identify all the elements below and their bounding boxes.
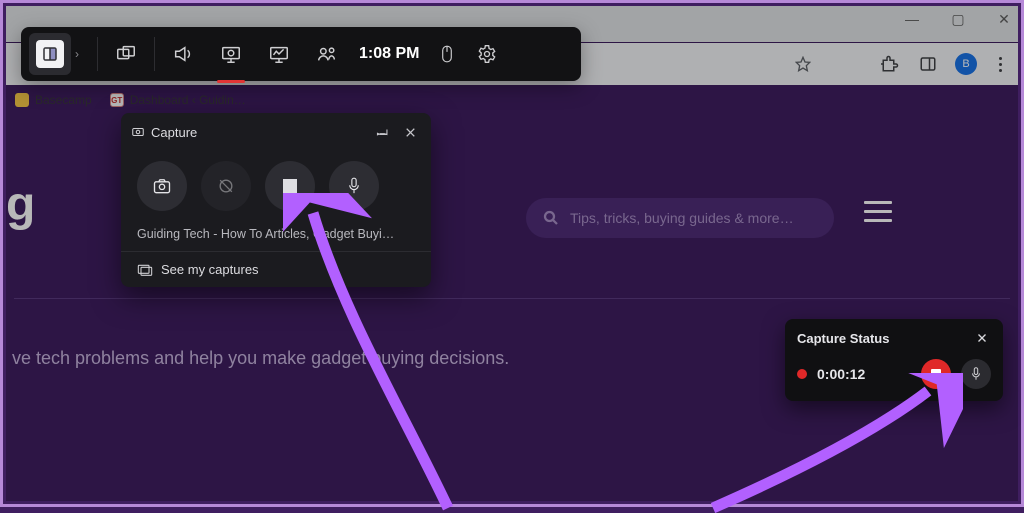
browser-menu-icon[interactable] (993, 57, 1007, 72)
page-tagline: ve tech problems and help you make gadge… (12, 348, 509, 369)
stop-recording-button[interactable] (921, 359, 951, 389)
capture-title-icon (131, 125, 145, 139)
gamebar-clock: 1:08 PM (351, 45, 427, 63)
xbox-game-bar: › 1:08 PM (21, 27, 581, 81)
bookmark-favicon: GT (110, 93, 124, 107)
window-maximize-button[interactable]: ▢ (945, 9, 971, 29)
xbox-social-icon[interactable] (303, 27, 351, 81)
capture-target-window: Guiding Tech - How To Articles, Gadget B… (121, 223, 431, 251)
bookmark-favicon (15, 93, 29, 107)
bookmarks-bar: Basecamp GT Dashboard ‹ Guidin… (15, 89, 1018, 111)
browser-tool-icons: B (879, 53, 1007, 75)
stop-record-button[interactable] (265, 161, 315, 211)
site-search-input[interactable]: Tips, tricks, buying guides & more… (526, 198, 834, 238)
stop-icon (283, 179, 297, 193)
capture-title: Capture (151, 125, 365, 140)
window-minimize-button[interactable]: — (899, 9, 925, 29)
performance-icon[interactable] (255, 27, 303, 81)
profile-avatar[interactable]: B (955, 53, 977, 75)
pin-icon[interactable] (371, 121, 393, 143)
recording-indicator-icon (797, 369, 807, 379)
settings-icon[interactable] (467, 27, 507, 81)
page-divider (14, 298, 1010, 299)
see-my-captures-label: See my captures (161, 262, 259, 277)
audio-icon[interactable] (159, 27, 207, 81)
mic-toggle-button[interactable] (961, 359, 991, 389)
recording-elapsed: 0:00:12 (817, 366, 911, 382)
window-close-button[interactable]: ✕ (991, 9, 1017, 29)
mouse-icon[interactable] (427, 27, 467, 81)
record-last-button[interactable] (201, 161, 251, 211)
side-panel-icon[interactable] (917, 53, 939, 75)
extensions-icon[interactable] (879, 53, 901, 75)
search-placeholder: Tips, tricks, buying guides & more… (570, 210, 794, 226)
stop-icon (931, 369, 941, 379)
browser-omnibox[interactable] (563, 48, 823, 80)
site-logo-fragment: g (6, 177, 35, 232)
capture-status-widget: Capture Status 0:00:12 (785, 319, 1003, 401)
bookmark-basecamp[interactable]: Basecamp (15, 93, 92, 107)
separator (154, 37, 155, 71)
mic-toggle-button[interactable] (329, 161, 379, 211)
active-app-tile[interactable] (29, 33, 71, 75)
bookmark-guidingtech-dashboard[interactable]: GT Dashboard ‹ Guidin… (110, 93, 246, 107)
screenshot-button[interactable] (137, 161, 187, 211)
search-icon (542, 209, 560, 227)
bookmark-star-icon[interactable] (795, 56, 811, 72)
chevron-right-icon[interactable]: › (75, 47, 93, 61)
see-my-captures-link[interactable]: See my captures (121, 251, 431, 287)
capture-status-title: Capture Status (797, 331, 973, 346)
bookmark-label: Dashboard ‹ Guidin… (130, 93, 246, 107)
window-controls: — ▢ ✕ (899, 9, 1017, 29)
capture-icon[interactable] (207, 27, 255, 81)
close-icon[interactable] (399, 121, 421, 143)
site-menu-icon[interactable] (864, 201, 892, 222)
separator (97, 37, 98, 71)
capture-widget: Capture Guiding Tech - How To Articles, … (121, 113, 431, 287)
close-icon[interactable] (973, 329, 991, 347)
bookmark-label: Basecamp (35, 93, 92, 107)
widgets-icon[interactable] (102, 27, 150, 81)
